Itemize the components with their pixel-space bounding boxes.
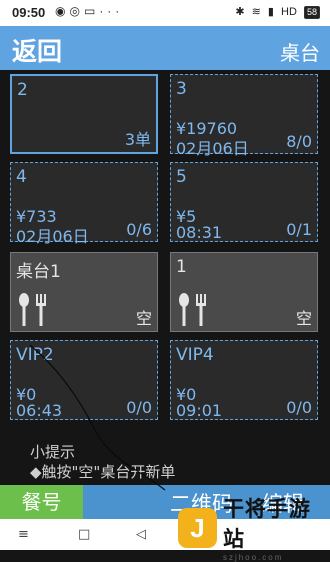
table-name: 5: [176, 167, 187, 187]
folder-icon: ▭: [83, 4, 100, 18]
table-card-5[interactable]: 5 ¥5 08:31 0/1: [170, 162, 318, 242]
table-status: 空: [135, 309, 152, 328]
top-bar: 返回 桌台: [0, 26, 330, 70]
menu-icon[interactable]: ≡: [18, 527, 29, 542]
status-time: 09:50: [12, 5, 46, 20]
signal-icon: ▮: [267, 6, 274, 18]
back-button[interactable]: 返回: [12, 32, 62, 68]
notification-icons: ◉◎▭···: [55, 4, 123, 18]
table-card-vip2[interactable]: VIP2 ¥0 06:43 0/0: [10, 340, 158, 420]
page-title: 桌台: [280, 41, 320, 65]
table-time: 09:01: [176, 401, 223, 420]
tip-text: ◆触按"空"桌台开新单: [30, 463, 176, 481]
wifi-icon: ≋: [251, 6, 261, 18]
table-grid: 2 3单 3 ¥19760 02月06日 8/0 4 ¥733 02月06日 0…: [0, 70, 330, 430]
table-count: 0/0: [286, 398, 312, 417]
table-time: 02月06日: [16, 227, 89, 246]
wechat-icon: ◎: [69, 4, 84, 18]
table-card-3[interactable]: 3 ¥19760 02月06日 8/0: [170, 74, 318, 158]
table-card-2[interactable]: 2 3单: [10, 74, 158, 154]
table-count: 8/0: [286, 132, 312, 151]
tip-box: 小提示 ◆触按"空"桌台开新单: [30, 442, 175, 482]
table-name: 桌台1: [16, 262, 61, 282]
watermark: J 干将手游站 szjhoo.com: [178, 497, 330, 562]
table-card-4[interactable]: 4 ¥733 02月06日 0/6: [10, 162, 158, 246]
table-count: 0/1: [286, 220, 312, 239]
table-name: 1: [176, 257, 187, 277]
tip-title: 小提示: [30, 443, 76, 461]
table-card-vip4[interactable]: VIP4 ¥0 09:01 0/0: [170, 340, 318, 420]
status-bar: 09:50 ◉◎▭··· ✱ ≋ ▮ HD 58: [0, 0, 330, 26]
table-count: 0/6: [126, 220, 152, 239]
status-right: ✱ ≋ ▮ HD 58: [231, 5, 320, 19]
table-status: 3单: [124, 130, 151, 149]
back-nav-icon[interactable]: ◁: [136, 527, 146, 542]
chat-icon: ◉: [55, 4, 70, 18]
table-time: 08:31: [176, 223, 223, 242]
table-count: 0/0: [126, 398, 152, 417]
watermark-url: szjhoo.com: [222, 553, 284, 562]
table-time: 06:43: [16, 401, 63, 420]
order-number-button[interactable]: 餐号: [0, 485, 83, 519]
utensils-icon: [179, 293, 206, 326]
table-card-1[interactable]: 1 空: [170, 252, 318, 332]
home-icon[interactable]: □: [78, 527, 90, 542]
utensils-icon: [19, 293, 46, 326]
battery-icon: 58: [303, 6, 320, 19]
table-name: VIP4: [176, 345, 214, 365]
more-icon: ···: [99, 4, 124, 18]
watermark-logo: J: [178, 507, 217, 548]
table-name: 3: [176, 79, 187, 99]
watermark-title: 干将手游站: [222, 497, 311, 551]
bluetooth-icon: ✱: [235, 6, 245, 18]
table-name: 2: [17, 80, 28, 100]
table-card-zhuotai1[interactable]: 桌台1 空: [10, 252, 158, 332]
table-time: 02月06日: [176, 139, 249, 158]
table-name: 4: [16, 167, 27, 187]
table-status: 空: [295, 309, 312, 328]
hd-badge: HD: [281, 6, 297, 18]
table-name: VIP2: [16, 345, 54, 365]
